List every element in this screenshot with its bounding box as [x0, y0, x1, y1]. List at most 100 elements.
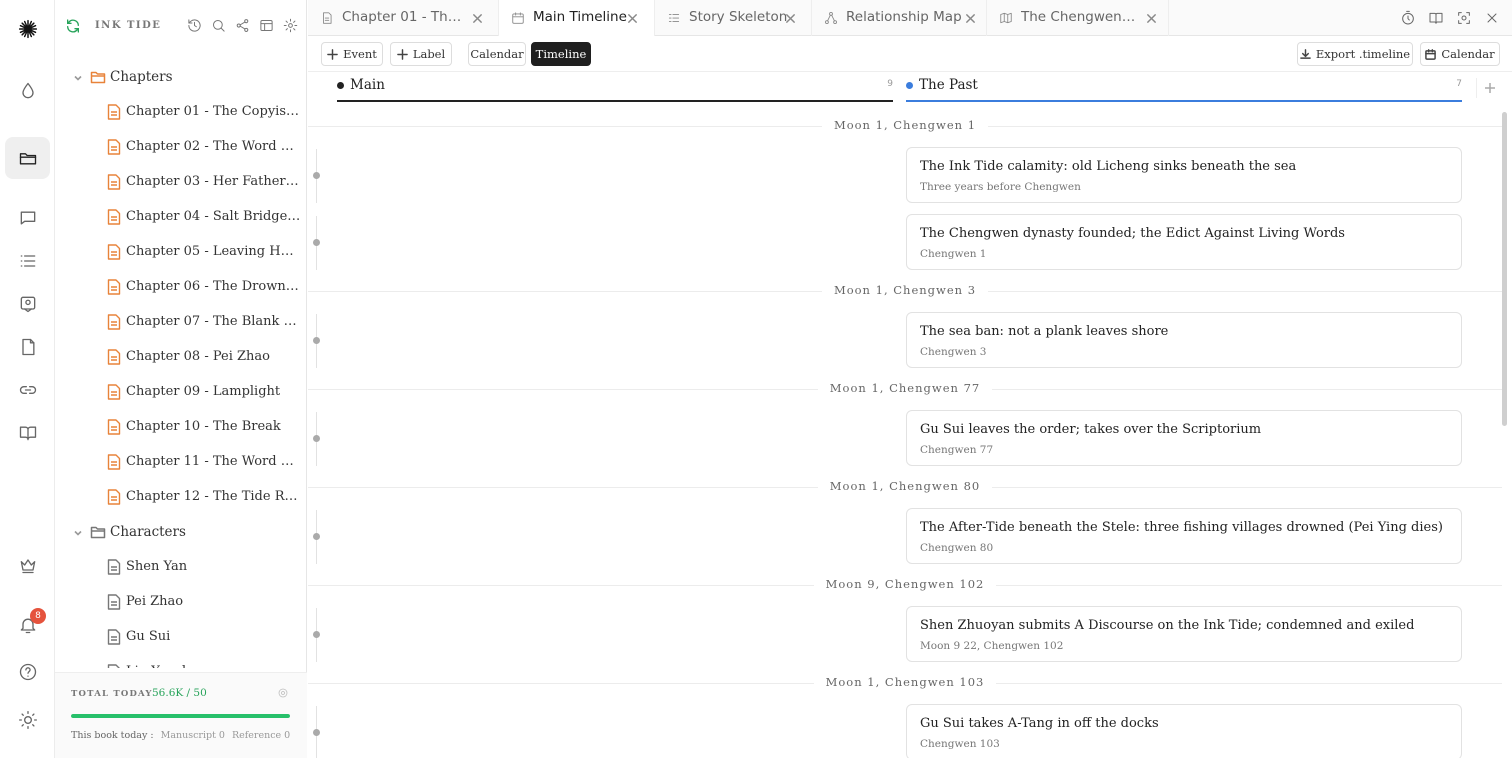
sidebar-item-chapter[interactable]: Chapter 02 - The Word Bur…	[55, 130, 307, 165]
tab-chengwen-map[interactable]: The Chengwen C…	[987, 0, 1169, 36]
notes-icon[interactable]	[5, 326, 50, 368]
sidebar-item-character[interactable]: Shen Yan	[55, 550, 307, 585]
file-label: Chapter 07 - The Blank Stele	[126, 314, 301, 329]
history-icon[interactable]	[187, 18, 203, 34]
main-lane-node[interactable]	[313, 239, 320, 246]
lane-header-the-past[interactable]: The Past 7	[906, 72, 1462, 102]
tab-label: Relationship Map	[846, 9, 962, 25]
document-icon	[107, 594, 121, 610]
link-icon[interactable]	[5, 369, 50, 411]
focus-mode-icon[interactable]	[1456, 10, 1472, 26]
share-icon[interactable]	[235, 18, 251, 34]
daily-goal-progress-fill	[71, 714, 290, 718]
timer-icon[interactable]	[1400, 10, 1416, 26]
add-label-button[interactable]: Label	[390, 42, 452, 66]
event-date: Chengwen 103	[920, 738, 1000, 750]
sidebar-item-chapter[interactable]: Chapter 07 - The Blank Stele	[55, 305, 307, 340]
sidebar-folder-characters[interactable]: Characters	[55, 515, 307, 549]
close-icon[interactable]	[785, 12, 796, 23]
file-label: Chapter 06 - The Drowned …	[126, 279, 301, 294]
timeline-event-card[interactable]: The Ink Tide calamity: old Licheng sinks…	[906, 147, 1462, 203]
main-lane-node[interactable]	[313, 631, 320, 638]
folder-open-icon	[90, 69, 106, 85]
sidebar-item-chapter[interactable]: Chapter 09 - Lamplight	[55, 375, 307, 410]
event-title: Gu Sui takes A-Tang in off the docks	[920, 716, 1159, 731]
timeline-event-card[interactable]: Shen Zhuoyan submits A Discourse on the …	[906, 606, 1462, 662]
lane-event-count: 7	[1456, 79, 1462, 89]
crown-icon[interactable]	[5, 544, 50, 586]
chevron-down-icon[interactable]	[73, 527, 83, 537]
chevron-down-icon[interactable]	[73, 72, 83, 82]
timeline-canvas: Main 9 The Past 7 Moon 1, Chengwen 1 The …	[308, 72, 1512, 758]
sidebar-item-chapter[interactable]: Chapter 10 - The Break	[55, 410, 307, 445]
sidebar-item-chapter[interactable]: Chapter 12 - The Tide Rises	[55, 480, 307, 515]
ink-drop-icon[interactable]	[5, 70, 50, 112]
file-sidebar: INK TIDE Chapters Chapter 01 - The Copyis…	[55, 0, 307, 758]
main-lane-node[interactable]	[313, 172, 320, 179]
sidebar-item-character[interactable]: Gu Sui	[55, 620, 307, 655]
close-panel-icon[interactable]	[1484, 10, 1500, 26]
sidebar-item-character[interactable]: Pei Zhao	[55, 585, 307, 620]
layout-icon[interactable]	[259, 18, 275, 34]
main-lane-node[interactable]	[313, 729, 320, 736]
calendar-settings-button[interactable]: Calendar	[1420, 42, 1500, 66]
sidebar-item-chapter[interactable]: Chapter 08 - Pei Zhao	[55, 340, 307, 375]
profile-card-icon[interactable]	[5, 283, 50, 325]
tab-relationship-map[interactable]: Relationship Map	[812, 0, 987, 36]
word-goal-settings-icon[interactable]	[277, 687, 289, 699]
sidebar-item-chapter[interactable]: Chapter 11 - The Word Fur…	[55, 445, 307, 480]
tab-chapter-01[interactable]: Chapter 01 - The …	[308, 0, 499, 36]
sidebar-item-chapter[interactable]: Chapter 01 - The Copyist G…	[55, 95, 307, 130]
settings-gear-icon[interactable]	[283, 18, 299, 34]
timeline-event-card[interactable]: Gu Sui takes A-Tang in off the docks Chen…	[906, 704, 1462, 758]
view-timeline-button[interactable]: Timeline	[531, 42, 591, 66]
add-event-button[interactable]: Event	[321, 42, 383, 66]
event-title: The Chengwen dynasty founded; the Edict …	[920, 226, 1345, 241]
view-calendar-button[interactable]: Calendar	[468, 42, 526, 66]
add-lane-button[interactable]	[1476, 78, 1500, 98]
file-label: Chapter 05 - Leaving Harbor	[126, 244, 301, 259]
event-title: The After-Tide beneath the Stele: three …	[920, 520, 1443, 535]
event-title: The Ink Tide calamity: old Licheng sinks…	[920, 159, 1297, 174]
help-icon[interactable]	[5, 651, 50, 693]
list-icon[interactable]	[5, 240, 50, 282]
sidebar-folder-chapters[interactable]: Chapters	[55, 60, 307, 94]
main-lane-node[interactable]	[313, 337, 320, 344]
timeline-event-card[interactable]: The sea ban: not a plank leaves shore Che…	[906, 312, 1462, 368]
timeline-event-card[interactable]: The Chengwen dynasty founded; the Edict …	[906, 214, 1462, 270]
notification-badge: 8	[30, 608, 46, 624]
daily-goal-progress	[71, 714, 290, 718]
lane-header-main[interactable]: Main 9	[337, 72, 893, 102]
notifications-bell-icon[interactable]: 8	[5, 604, 50, 646]
book-icon[interactable]	[5, 412, 50, 454]
app-logo-icon[interactable]	[5, 8, 50, 50]
search-icon[interactable]	[211, 18, 227, 34]
sidebar-item-chapter[interactable]: Chapter 06 - The Drowned …	[55, 270, 307, 305]
main-lane-node[interactable]	[313, 533, 320, 540]
main-lane-node[interactable]	[313, 435, 320, 442]
document-icon	[107, 419, 121, 435]
tab-story-skeleton[interactable]: Story Skeleton	[655, 0, 812, 36]
split-view-icon[interactable]	[1428, 10, 1444, 26]
sidebar-item-chapter[interactable]: Chapter 05 - Leaving Harbor	[55, 235, 307, 270]
close-icon[interactable]	[965, 12, 976, 23]
close-icon[interactable]	[472, 12, 483, 23]
export-timeline-button[interactable]: Export .timeline	[1297, 42, 1413, 66]
theme-sun-icon[interactable]	[5, 699, 50, 741]
close-icon[interactable]	[1146, 12, 1157, 23]
sidebar-item-character[interactable]: Lin Yanzhou	[55, 655, 307, 668]
timeline-event-card[interactable]: Gu Sui leaves the order; takes over the …	[906, 410, 1462, 466]
close-icon[interactable]	[627, 12, 638, 23]
document-icon	[107, 139, 121, 155]
tab-main-timeline[interactable]: Main Timeline	[499, 0, 655, 36]
sidebar-item-chapter[interactable]: Chapter 04 - Salt Bridge Ni…	[55, 200, 307, 235]
files-folder-icon[interactable]	[5, 137, 50, 179]
timeline-event-card[interactable]: The After-Tide beneath the Stele: three …	[906, 508, 1462, 564]
chat-icon[interactable]	[5, 197, 50, 239]
total-today-label: TOTAL TODAY	[71, 689, 153, 699]
sidebar-item-chapter[interactable]: Chapter 03 - Her Father's …	[55, 165, 307, 200]
editor-tab-bar: Chapter 01 - The … Main Timeline Story S…	[308, 0, 1512, 36]
refresh-icon[interactable]	[65, 18, 81, 34]
document-icon	[107, 664, 121, 668]
timeline-scrollbar[interactable]	[1502, 112, 1507, 426]
